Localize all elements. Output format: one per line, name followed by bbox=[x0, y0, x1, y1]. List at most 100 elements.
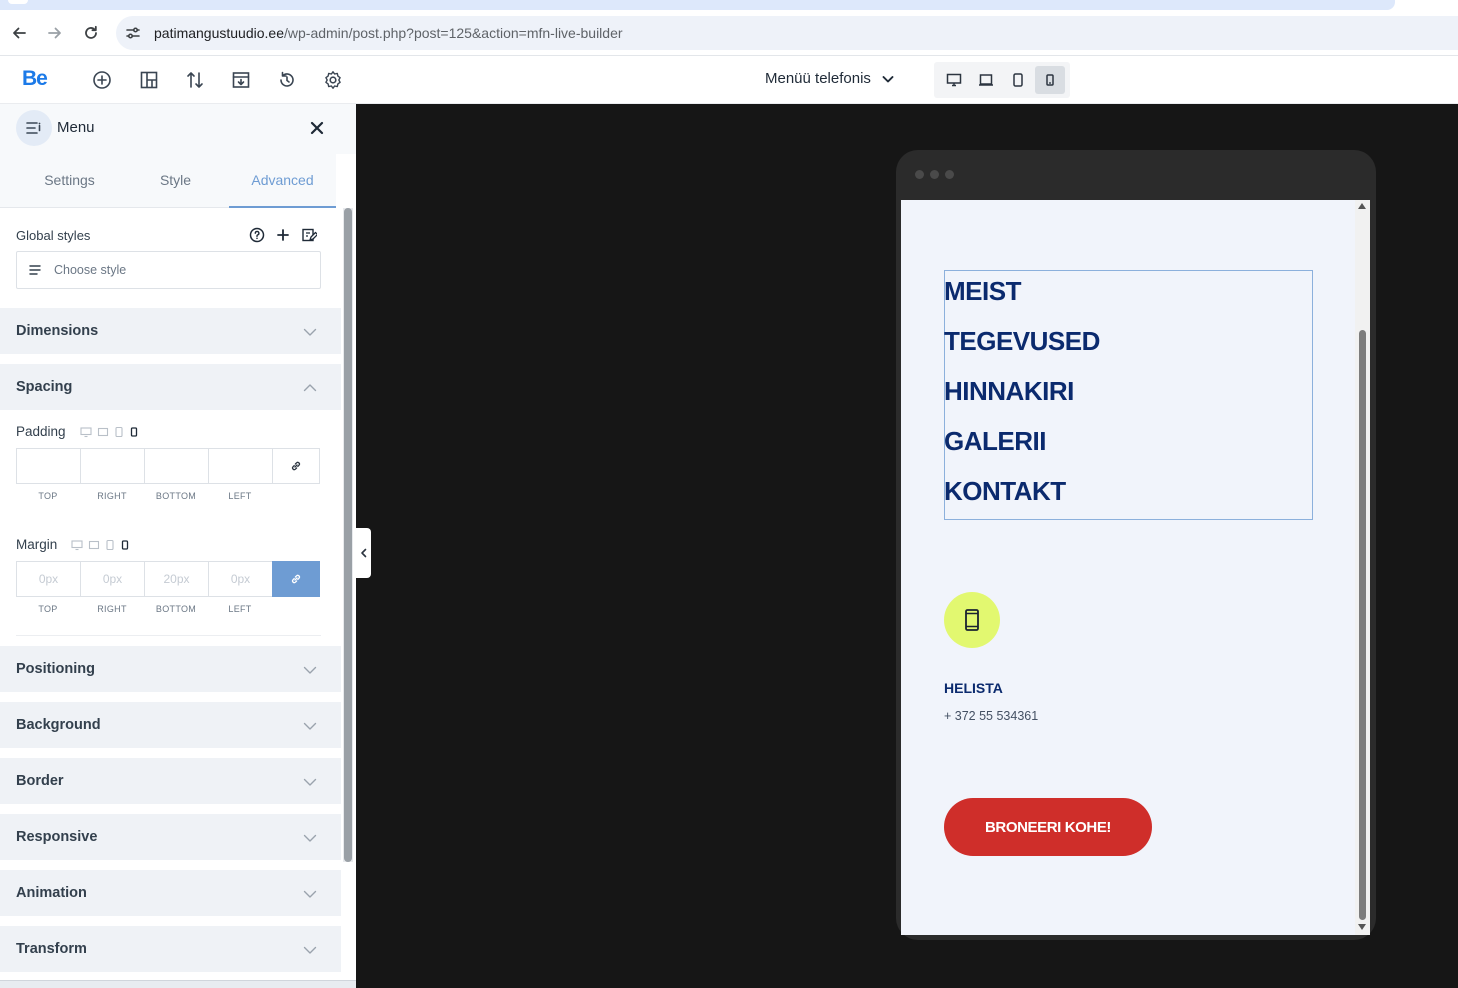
address-bar[interactable]: patimangustuudio.ee/wp-admin/post.php?po… bbox=[116, 16, 1458, 50]
preview-scrollbar[interactable] bbox=[1355, 200, 1370, 935]
laptop-icon bbox=[979, 74, 993, 86]
margin-device-toggles bbox=[71, 539, 130, 551]
tablet-icon[interactable] bbox=[105, 539, 115, 551]
chevron-down-icon bbox=[303, 890, 317, 898]
chevron-left-icon bbox=[360, 548, 366, 558]
book-now-button[interactable]: BRONEERI KOHE! bbox=[944, 798, 1152, 856]
panel-scrollbar[interactable] bbox=[343, 208, 353, 862]
element-settings-panel: Menu Settings Style Advanced Global styl… bbox=[0, 104, 356, 980]
device-frame-dots bbox=[915, 170, 954, 179]
sort-icon[interactable] bbox=[184, 69, 206, 91]
section-responsive-title: Responsive bbox=[16, 829, 98, 845]
section-dimensions[interactable]: Dimensions bbox=[0, 308, 341, 354]
section-border-title: Border bbox=[16, 773, 64, 789]
layout-icon[interactable] bbox=[138, 69, 160, 91]
mobile-icon[interactable] bbox=[120, 539, 130, 551]
chevron-down-icon bbox=[303, 834, 317, 842]
edit-style-icon[interactable] bbox=[301, 227, 317, 243]
settings-icon[interactable] bbox=[322, 69, 344, 91]
caption-right: RIGHT bbox=[97, 491, 127, 501]
margin-inputs: 0px 0px 20px 0px bbox=[16, 561, 321, 597]
browser-tab-strip bbox=[0, 0, 1458, 10]
url-path: /wp-admin/post.php?post=125&action=mfn-l… bbox=[284, 25, 623, 41]
menu-item-galerii[interactable]: GALERII bbox=[944, 426, 1046, 457]
margin-label: Margin bbox=[16, 537, 58, 552]
contact-phone[interactable]: + 372 55 534361 bbox=[944, 709, 1038, 723]
chevron-down-icon bbox=[882, 75, 894, 82]
margin-left-input[interactable]: 0px bbox=[208, 561, 272, 597]
site-info-icon[interactable] bbox=[124, 24, 142, 42]
laptop-icon[interactable] bbox=[97, 426, 109, 438]
close-icon[interactable] bbox=[308, 119, 326, 137]
laptop-view-button[interactable] bbox=[971, 66, 1001, 94]
reload-icon[interactable] bbox=[80, 22, 102, 44]
margin-top-input[interactable]: 0px bbox=[16, 561, 80, 597]
forward-arrow-icon[interactable] bbox=[44, 22, 66, 44]
tab-advanced[interactable]: Advanced bbox=[229, 172, 336, 188]
section-spacing[interactable]: Spacing bbox=[0, 364, 341, 410]
padding-right-input[interactable] bbox=[80, 448, 144, 484]
section-positioning-title: Positioning bbox=[16, 661, 95, 677]
section-animation[interactable]: Animation bbox=[0, 870, 341, 916]
panel-header: Menu bbox=[0, 104, 356, 154]
margin-right-input[interactable]: 0px bbox=[80, 561, 144, 597]
contact-title: HELISTA bbox=[944, 680, 1003, 696]
browser-address-row: patimangustuudio.ee/wp-admin/post.php?po… bbox=[0, 10, 1458, 56]
back-arrow-icon[interactable] bbox=[8, 22, 30, 44]
global-styles-label: Global styles bbox=[16, 228, 91, 243]
padding-bottom-input[interactable] bbox=[144, 448, 208, 484]
section-border[interactable]: Border bbox=[0, 758, 341, 804]
mobile-view-button[interactable] bbox=[1035, 66, 1065, 94]
global-style-select[interactable]: Choose style bbox=[16, 251, 321, 289]
menu-item-meist[interactable]: MEIST bbox=[944, 276, 1021, 307]
menu-item-tegevused[interactable]: TEGEVUSED bbox=[944, 326, 1100, 357]
padding-top-input[interactable] bbox=[16, 448, 80, 484]
tab-settings[interactable]: Settings bbox=[16, 172, 123, 188]
scroll-up-arrow-icon[interactable] bbox=[1358, 203, 1366, 209]
template-icon[interactable] bbox=[230, 69, 252, 91]
desktop-icon[interactable] bbox=[79, 426, 92, 438]
chevron-down-icon bbox=[303, 946, 317, 954]
preview-scrollbar-thumb[interactable] bbox=[1359, 330, 1366, 920]
help-icon[interactable] bbox=[249, 227, 265, 243]
mobile-icon[interactable] bbox=[129, 426, 139, 438]
laptop-icon[interactable] bbox=[88, 539, 100, 551]
betheme-logo[interactable]: Be bbox=[22, 67, 48, 91]
view-select[interactable]: Menüü telefonis bbox=[765, 70, 895, 87]
collapse-panel-button[interactable] bbox=[356, 528, 371, 578]
section-positioning[interactable]: Positioning bbox=[0, 646, 341, 692]
desktop-icon bbox=[946, 73, 962, 87]
scroll-down-arrow-icon[interactable] bbox=[1358, 924, 1366, 930]
caption-top: TOP bbox=[38, 604, 58, 614]
padding-device-toggles bbox=[79, 426, 139, 438]
tablet-icon[interactable] bbox=[114, 426, 124, 438]
address-url: patimangustuudio.ee/wp-admin/post.php?po… bbox=[154, 25, 623, 41]
panel-title: Menu bbox=[57, 119, 95, 136]
margin-link-button[interactable] bbox=[272, 561, 320, 597]
tablet-icon bbox=[1013, 73, 1023, 87]
chevron-down-icon bbox=[303, 722, 317, 730]
panel-scrollbar-thumb[interactable] bbox=[344, 208, 352, 862]
panel-tabs: Settings Style Advanced bbox=[0, 154, 336, 208]
padding-link-button[interactable] bbox=[272, 448, 320, 484]
tablet-view-button[interactable] bbox=[1003, 66, 1033, 94]
browser-tab[interactable] bbox=[8, 0, 28, 4]
desktop-view-button[interactable] bbox=[939, 66, 969, 94]
padding-left-input[interactable] bbox=[208, 448, 272, 484]
tab-style[interactable]: Style bbox=[122, 172, 229, 188]
list-lines-icon bbox=[29, 265, 41, 275]
desktop-icon[interactable] bbox=[71, 539, 83, 551]
menu-item-hinnakiri[interactable]: HINNAKIRI bbox=[944, 376, 1074, 407]
plus-icon[interactable] bbox=[275, 227, 291, 243]
section-responsive[interactable]: Responsive bbox=[0, 814, 341, 860]
caption-left: LEFT bbox=[228, 604, 252, 614]
mobile-icon bbox=[1046, 74, 1054, 86]
section-transform[interactable]: Transform bbox=[0, 926, 341, 972]
menu-item-kontakt[interactable]: KONTAKT bbox=[944, 476, 1066, 507]
padding-inputs bbox=[16, 448, 321, 484]
history-icon[interactable] bbox=[276, 69, 298, 91]
section-background[interactable]: Background bbox=[0, 702, 341, 748]
add-icon[interactable] bbox=[91, 69, 113, 91]
margin-captions: TOP RIGHT BOTTOM LEFT bbox=[16, 604, 272, 614]
margin-bottom-input[interactable]: 20px bbox=[144, 561, 208, 597]
